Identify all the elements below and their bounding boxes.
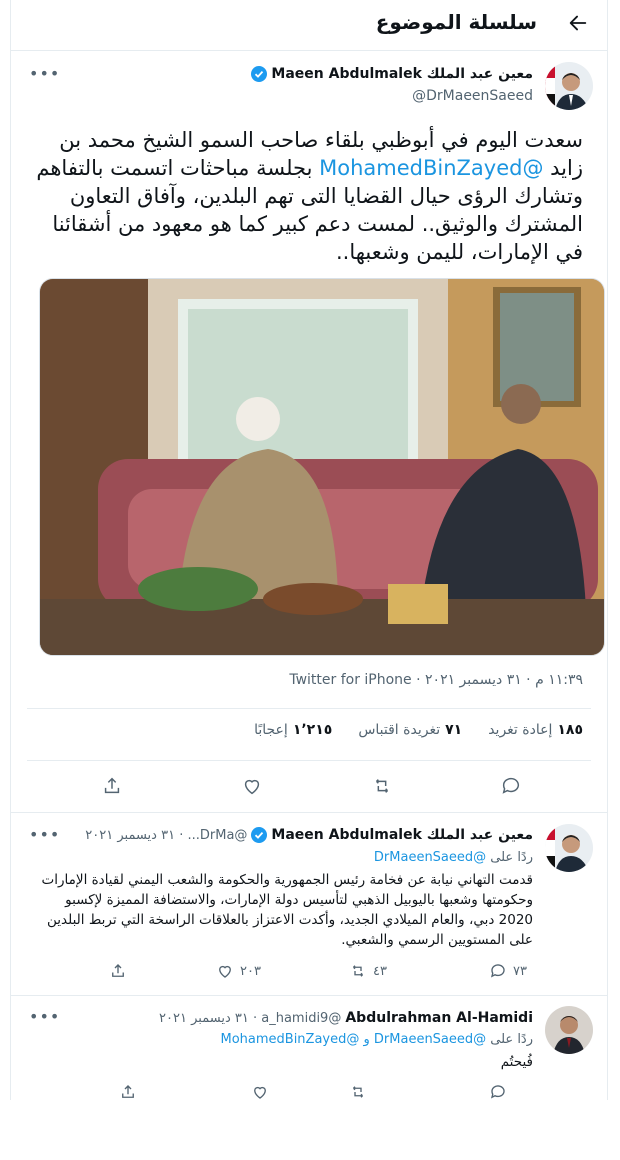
retweet-icon[interactable] bbox=[349, 1083, 367, 1101]
thread-column: سلسلة الموضوع معين عبد الملك Maeen Abdul… bbox=[10, 0, 608, 1100]
reply-author-row[interactable]: معين عبد الملك Maeen Abdulmalek @DrMa...… bbox=[85, 827, 533, 843]
replying-to: ردًا على @DrMaeenSaeed و @MohamedBinZaye… bbox=[220, 1032, 533, 1047]
verified-icon bbox=[251, 66, 268, 82]
more-icon[interactable]: ••• bbox=[29, 1007, 60, 1026]
like-icon[interactable] bbox=[237, 771, 267, 801]
verified-icon bbox=[251, 827, 268, 843]
thread-header: سلسلة الموضوع bbox=[11, 0, 607, 50]
back-arrow-icon[interactable] bbox=[565, 12, 591, 38]
retweet-icon[interactable]: ٤٣ bbox=[349, 962, 387, 980]
reply-author-name[interactable]: Abdulrahman Al-Hamidi bbox=[345, 1010, 533, 1026]
reply-avatar[interactable] bbox=[545, 824, 593, 872]
tweet-timestamp[interactable]: ١١:٣٩ م · ٣١ ديسمبر ٢٠٢١ · Twitter for i… bbox=[289, 672, 583, 688]
tweet-photo[interactable] bbox=[39, 278, 605, 656]
reply-handle-date[interactable]: @DrMa... · ٣١ ديسمبر ٢٠٢١ bbox=[85, 828, 247, 843]
retweet-count: ٤٣ bbox=[373, 963, 387, 979]
tweet-text: سعدت اليوم في أبوظبي بلقاء صاحب السمو ال… bbox=[33, 126, 583, 266]
replying-to: ردًا على @DrMaeenSaeed bbox=[373, 850, 533, 865]
quotes-stat[interactable]: ٧١تغريدة اقتباس bbox=[358, 722, 462, 738]
author-name-row[interactable]: معين عبد الملك Maeen Abdulmalek bbox=[251, 66, 533, 82]
tweet-stats: ١٨٥إعادة تغريد ٧١تغريدة اقتباس ١٬٢١٥إعجا… bbox=[254, 722, 583, 738]
actions-divider bbox=[11, 812, 607, 813]
reply-icon[interactable] bbox=[496, 771, 526, 801]
mention-link[interactable]: @MohamedBinZayed bbox=[319, 156, 543, 180]
page-title: سلسلة الموضوع bbox=[375, 10, 537, 34]
reply-avatar[interactable] bbox=[545, 1006, 593, 1054]
reply-text: قدمت التهاني نيابة عن فخامة رئيس الجمهور… bbox=[41, 872, 533, 948]
avatar[interactable] bbox=[545, 62, 593, 110]
reply-handle-date[interactable]: @a_hamidi9 · ٣١ ديسمبر ٢٠٢١ bbox=[159, 1011, 341, 1026]
more-icon[interactable]: ••• bbox=[29, 64, 60, 83]
likes-stat[interactable]: ١٬٢١٥إعجابًا bbox=[254, 722, 332, 738]
share-icon[interactable] bbox=[109, 962, 127, 980]
reply-divider bbox=[11, 995, 607, 996]
header-divider bbox=[11, 50, 607, 51]
reply-text: فُيحتُم bbox=[500, 1054, 533, 1070]
like-icon[interactable]: ٢٠٣ bbox=[216, 962, 261, 980]
share-icon[interactable] bbox=[119, 1083, 137, 1101]
stats-divider bbox=[27, 760, 591, 761]
reply-count: ٧٣ bbox=[513, 963, 527, 979]
retweets-stat[interactable]: ١٨٥إعادة تغريد bbox=[488, 722, 583, 738]
retweet-icon[interactable] bbox=[367, 771, 397, 801]
like-icon[interactable] bbox=[251, 1083, 269, 1101]
author-name[interactable]: معين عبد الملك Maeen Abdulmalek bbox=[271, 66, 533, 82]
reply-author-name[interactable]: معين عبد الملك Maeen Abdulmalek bbox=[271, 827, 533, 843]
reply-author-row[interactable]: Abdulrahman Al-Hamidi @a_hamidi9 · ٣١ دي… bbox=[159, 1010, 533, 1026]
like-count: ٢٠٣ bbox=[240, 963, 261, 979]
more-icon[interactable]: ••• bbox=[29, 825, 60, 844]
share-icon[interactable] bbox=[97, 771, 127, 801]
author-handle[interactable]: @DrMaeenSaeed bbox=[412, 88, 533, 104]
reply-icon[interactable] bbox=[489, 1083, 507, 1101]
meta-divider bbox=[27, 708, 591, 709]
reply-icon[interactable]: ٧٣ bbox=[489, 962, 527, 980]
